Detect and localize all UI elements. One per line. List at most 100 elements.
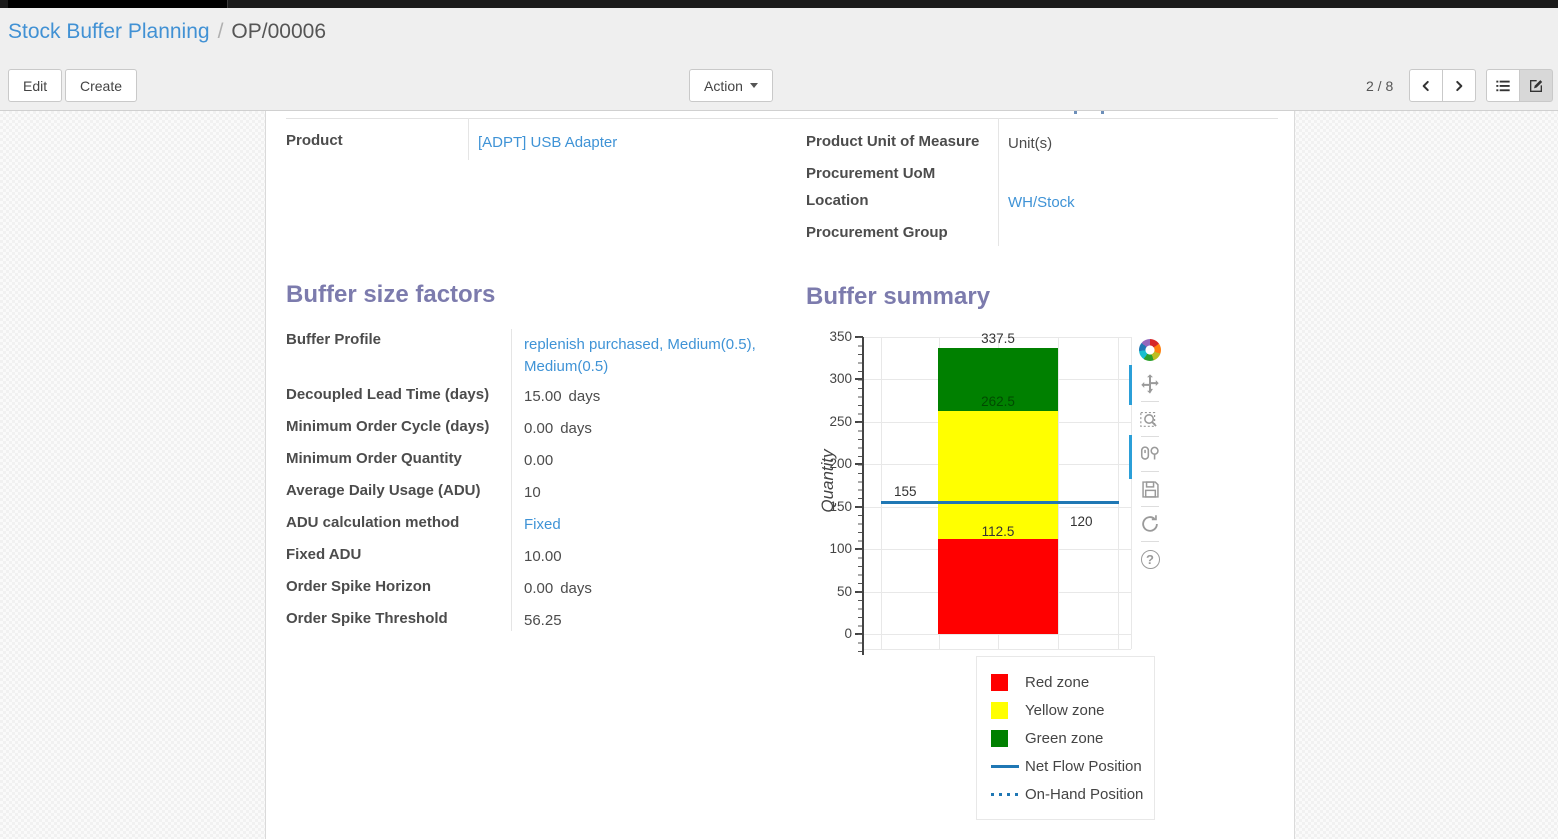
field-label-procurement-uom: Procurement UoM [806,165,935,182]
field-value-fixed-adu: 10.00 [524,548,562,565]
field-label-procurement-group: Procurement Group [806,224,948,241]
content-background: Product [ADPT] USB Adapter Product Unit … [0,111,1558,839]
legend-swatch-icon [991,702,1025,719]
plotly-logo-icon[interactable] [1138,338,1162,362]
green-zone-top-label: 337.5 [938,331,1058,346]
buffer-factors-group: Buffer Profile replenish purchased, Medi… [286,325,766,645]
field-label-spike-horizon: Order Spike Horizon [286,578,431,595]
legend-label: Net Flow Position [1025,758,1142,775]
legend-swatch-icon [991,730,1025,747]
create-button[interactable]: Create [65,69,137,102]
field-label-moc: Minimum Order Cycle (days) [286,418,489,435]
gridline-vertical [1058,337,1059,649]
group-separator [468,118,469,160]
legend-label: On-Hand Position [1025,786,1143,803]
top-menu-active-segment [8,0,228,8]
pager-counter: 2 / 8 [1366,78,1393,94]
dlt-number: 15.00 [524,388,562,405]
field-value-product-uom: Unit(s) [1008,135,1052,152]
control-panel: Stock Buffer Planning/OP/00006 Edit Crea… [0,8,1558,111]
y-tick-label: 350 [814,329,852,345]
group-separator [998,118,999,246]
net-flow-position-line [881,501,1119,504]
field-label-buffer-profile: Buffer Profile [286,331,381,348]
modebar-separator [1141,436,1159,437]
moc-number: 0.00 [524,420,553,437]
moc-suffix: days [560,420,592,437]
gridline-vertical [881,337,882,649]
field-label-location: Location [806,192,869,209]
field-value-buffer-profile-link[interactable]: replenish purchased, Medium(0.5), Medium… [524,334,776,378]
field-label-adu-method: ADU calculation method [286,514,459,531]
form-sheet: Product [ADPT] USB Adapter Product Unit … [265,111,1295,839]
view-switcher [1486,69,1553,102]
field-label-adu: Average Daily Usage (ADU) [286,482,481,499]
group-separator [511,329,512,631]
compare-hover-icon[interactable] [1138,442,1162,466]
breadcrumb-current: OP/00006 [231,20,326,43]
breadcrumb-parent-link[interactable]: Stock Buffer Planning [8,20,210,43]
action-dropdown-button[interactable]: Action [689,69,773,102]
modebar-separator [1141,506,1159,507]
field-value-spike-threshold: 56.25 [524,612,562,629]
red-zone-top-label: 112.5 [938,524,1058,539]
edit-button[interactable]: Edit [8,69,62,102]
legend-label: Red zone [1025,674,1089,691]
modebar-separator [1141,471,1159,472]
y-tick-label: 100 [814,541,852,557]
pager-previous-button[interactable] [1409,69,1443,102]
on-hand-position-label: 120 [1070,514,1093,529]
clipped-row-remnant [1074,111,1077,114]
list-view-button[interactable] [1486,69,1520,102]
field-value-dlt: 15.00 days [524,388,600,405]
plot-border-bottom [863,649,1131,650]
pan-icon[interactable] [1138,372,1162,396]
spike-horizon-number: 0.00 [524,580,553,597]
field-value-adu-method-link[interactable]: Fixed [524,516,561,533]
y-axis-line [862,337,864,655]
modebar-active-indicator [1129,365,1132,405]
y-tick-label: 250 [814,414,852,430]
legend-item[interactable]: On-Hand Position [991,785,1144,803]
legend-swatch-icon [991,674,1025,691]
caret-down-icon [750,83,758,88]
chevron-right-icon [1452,79,1466,93]
modebar-separator [1141,541,1159,542]
section-title-buffer-size-factors: Buffer size factors [286,281,495,309]
y-tick-label: 300 [814,371,852,387]
spike-horizon-suffix: days [560,580,592,597]
save-icon[interactable] [1138,477,1162,501]
box-zoom-icon[interactable] [1138,407,1162,431]
field-value-product-link[interactable]: [ADPT] USB Adapter [478,134,617,151]
y-tick-label: 200 [814,456,852,472]
field-value-location-link[interactable]: WH/Stock [1008,194,1075,211]
pager-next-button[interactable] [1442,69,1476,102]
y-tick-label: 50 [814,584,852,600]
field-label-product: Product [286,132,343,149]
field-value-spike-horizon: 0.00 days [524,580,592,597]
reset-axes-icon[interactable] [1138,512,1162,536]
legend-item[interactable]: Red zone [991,673,1144,691]
help-icon[interactable]: ? [1138,547,1162,571]
form-view-icon [1528,78,1544,94]
field-value-moq: 0.00 [524,452,553,469]
chart-y-axis-label: Quantity [818,431,838,531]
group-top-border [286,118,1278,119]
legend-item[interactable]: Green zone [991,729,1144,747]
action-label: Action [704,78,743,94]
yellow-zone-bar [938,411,1058,538]
pager-buttons [1409,69,1476,102]
form-view-button[interactable] [1519,69,1553,102]
field-label-fixed-adu: Fixed ADU [286,546,361,563]
legend-item[interactable]: Net Flow Position [991,757,1144,775]
field-value-moc: 0.00 days [524,420,592,437]
legend-item[interactable]: Yellow zone [991,701,1144,719]
field-label-moq: Minimum Order Quantity [286,450,462,467]
dlt-suffix: days [569,388,601,405]
red-zone-bar [938,539,1058,634]
list-view-icon [1495,78,1511,94]
field-label-product-uom: Product Unit of Measure [806,133,979,150]
green-zone-bottom-label: 262.5 [938,394,1058,409]
field-value-adu: 10 [524,484,541,501]
y-tick-label: 0 [814,626,852,642]
